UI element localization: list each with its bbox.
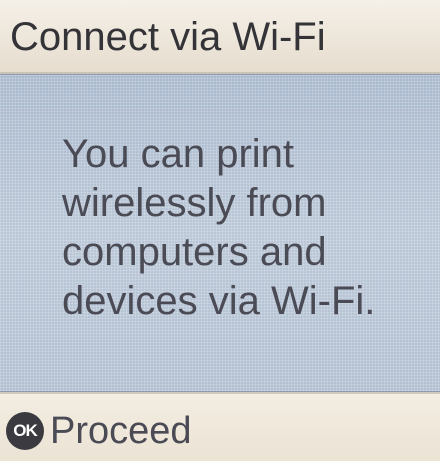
info-message: You can print wirelessly from computers … (62, 132, 376, 323)
proceed-button[interactable]: OK Proceed (6, 408, 406, 454)
footer-bar: OK Proceed (0, 392, 440, 461)
title-bar: Connect via Wi-Fi (0, 0, 440, 74)
proceed-label: Proceed (50, 410, 192, 452)
page-title: Connect via Wi-Fi (10, 15, 326, 59)
printer-lcd-screen: Connect via Wi-Fi You can print wireless… (0, 0, 440, 461)
ok-button-icon: OK (6, 412, 44, 450)
message-panel: You can print wirelessly from computers … (0, 74, 440, 392)
